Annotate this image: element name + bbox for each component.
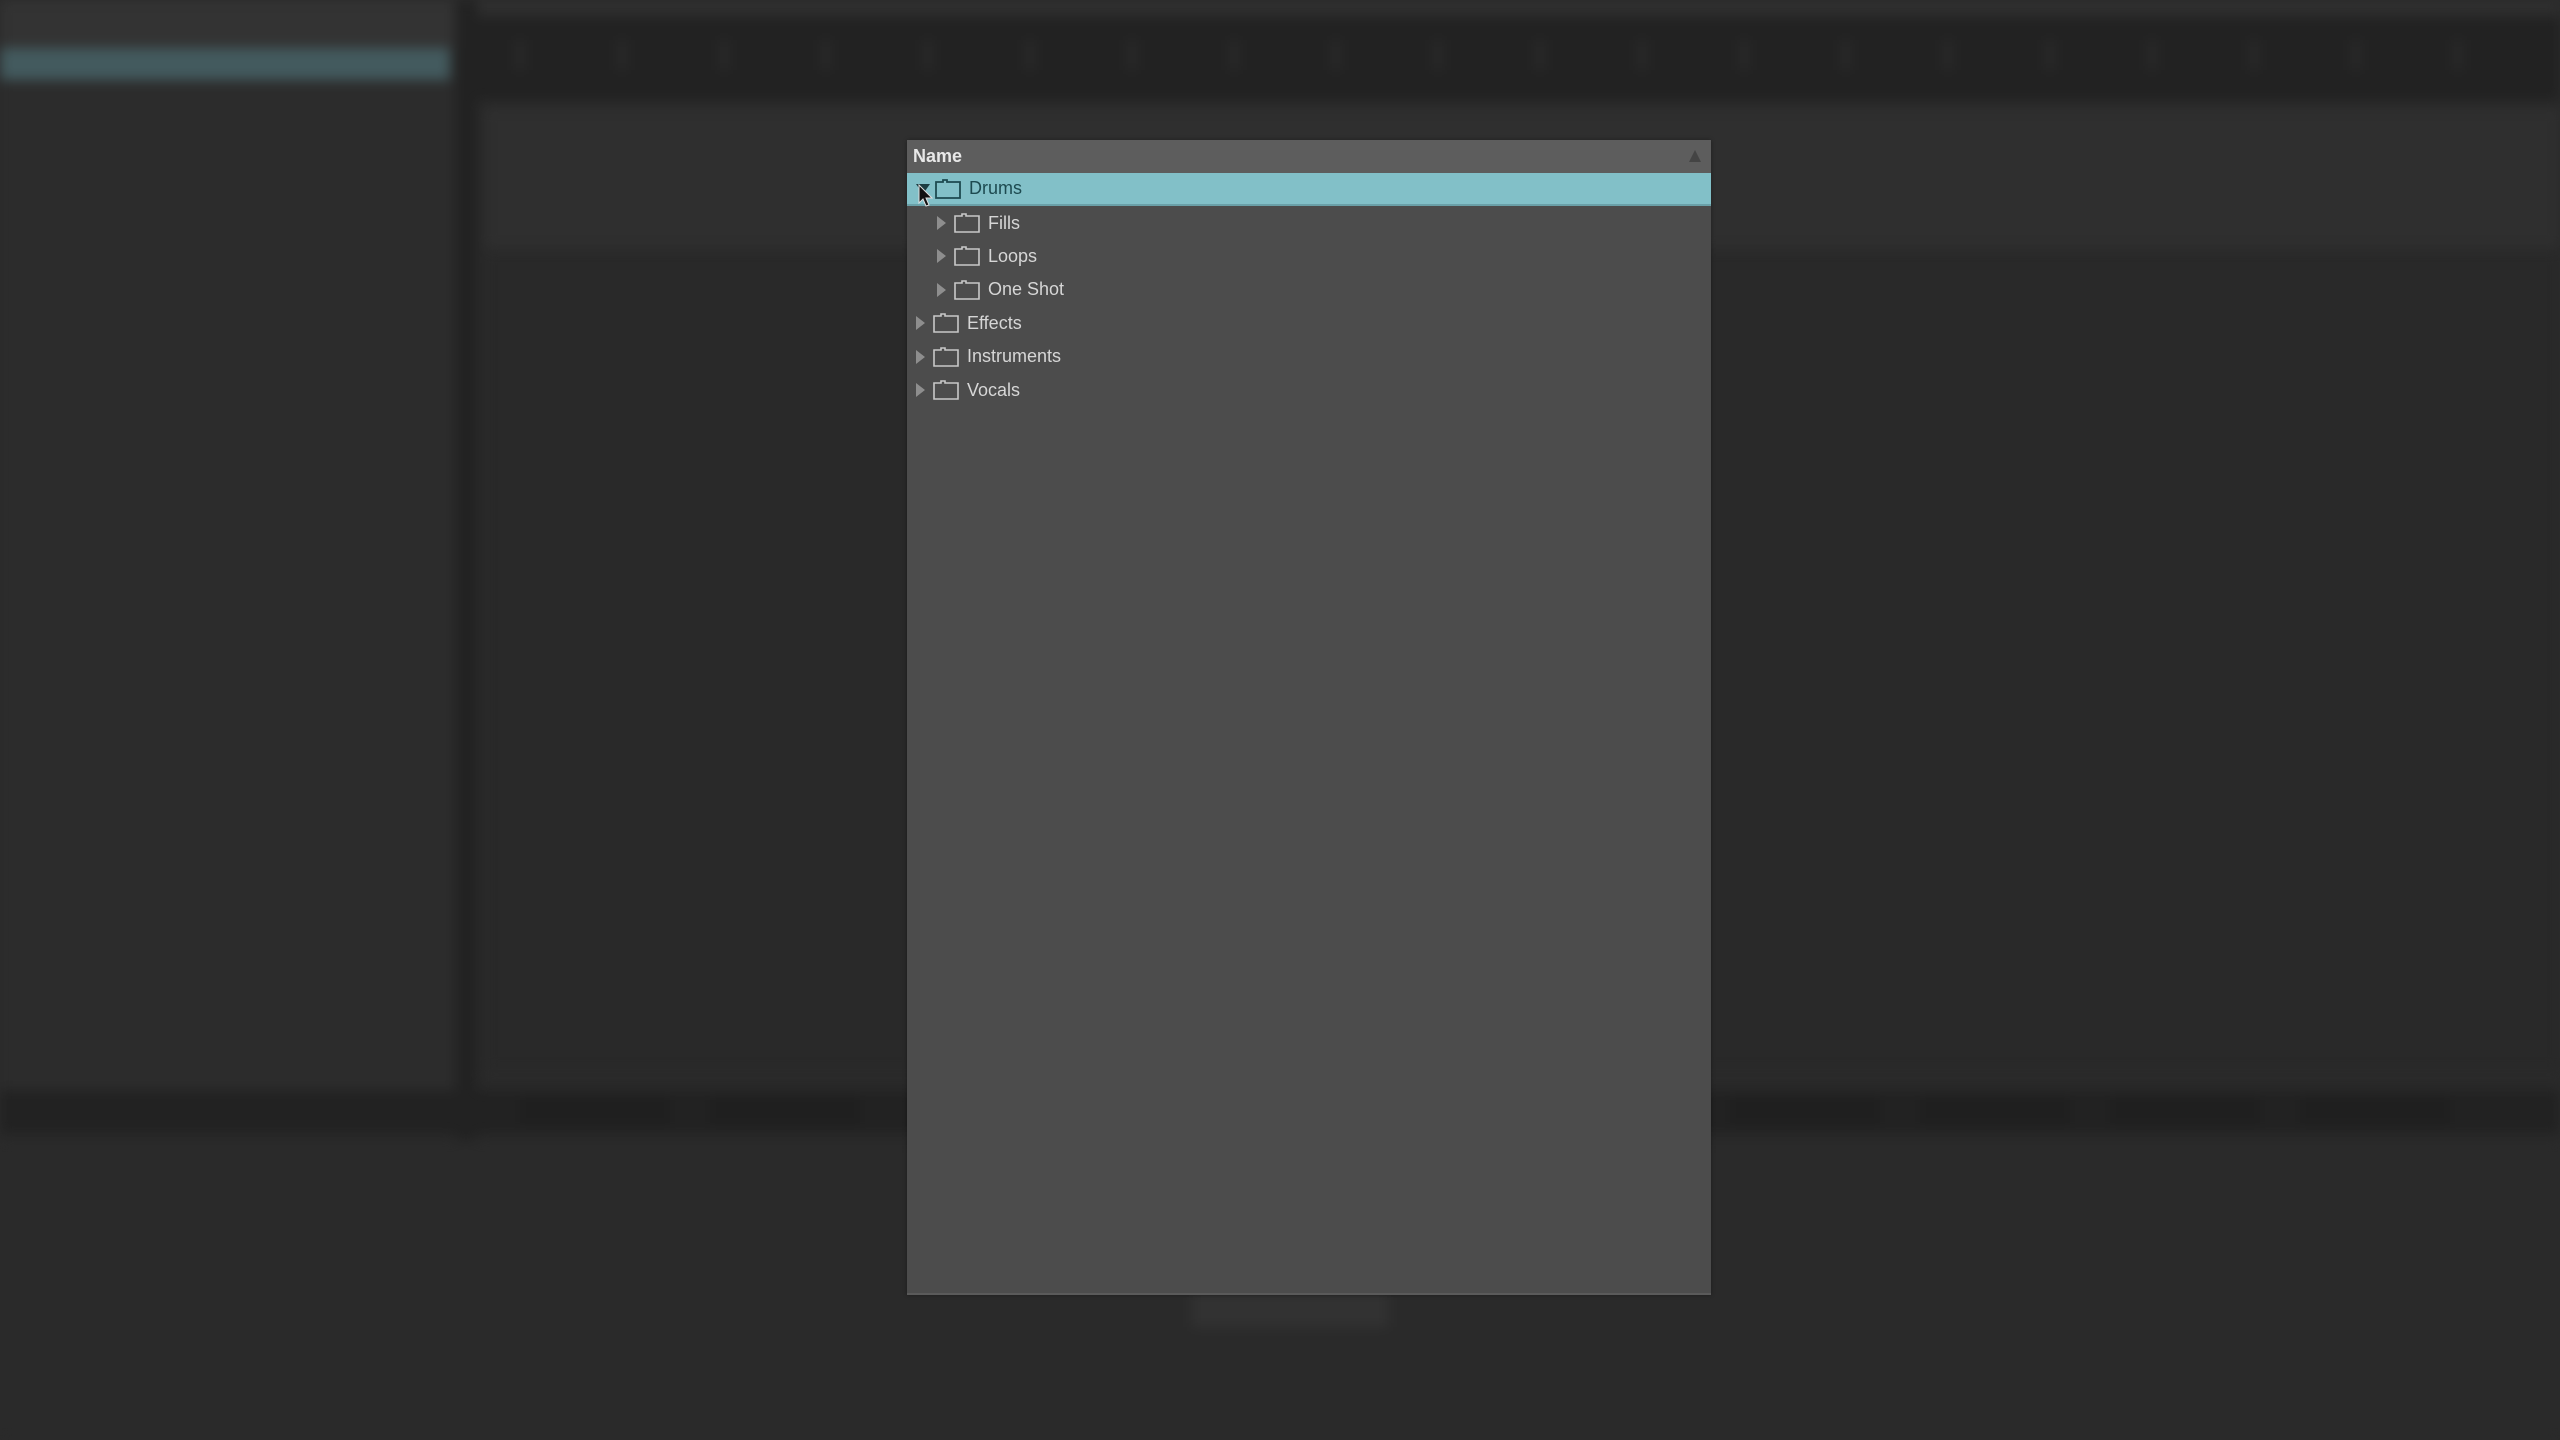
column-header[interactable]: Name (907, 140, 1711, 173)
tree-item-label: Drums (969, 178, 1022, 199)
name-column-label[interactable]: Name (913, 146, 962, 167)
tree-item-fills[interactable]: Fills (907, 206, 1741, 239)
bg-toolbar (477, 16, 2560, 100)
expand-arrow-icon[interactable] (937, 282, 946, 297)
bg-panel-column-line (2120, 250, 2122, 1070)
bg-toolbar-tick (1741, 40, 1747, 70)
bg-sidebar-selected-item (0, 48, 450, 80)
bg-toolbar-tick (619, 40, 625, 70)
expand-arrow-icon[interactable] (916, 349, 925, 364)
bg-sidebar-header (0, 0, 455, 48)
bg-strip-cell (520, 1098, 670, 1124)
bg-toolbar-tick (721, 40, 727, 70)
tree-item-label: Fills (988, 212, 1020, 233)
bg-toolbar-tick (2149, 40, 2155, 70)
folder-icon (954, 246, 980, 267)
tree-item-drums[interactable]: Drums (907, 173, 1711, 207)
tree-item-vocals[interactable]: Vocals (907, 373, 1720, 406)
bg-sidebar (0, 0, 455, 1130)
expand-arrow-icon[interactable] (937, 249, 946, 264)
bg-strip-cell (1920, 1098, 2070, 1124)
bg-toolbar-tick (1537, 40, 1543, 70)
bg-toolbar-tick (1231, 40, 1237, 70)
bg-toolbar-tick (925, 40, 931, 70)
expand-arrow-icon[interactable] (937, 216, 946, 231)
expand-arrow-icon[interactable] (916, 383, 925, 398)
bg-strip-cell (2300, 1098, 2450, 1124)
folder-icon (933, 380, 959, 400)
tree-item-label: One Shot (988, 279, 1065, 300)
folder-tree: Drums Fills Loops One Shot Effects Instr… (907, 173, 1711, 407)
folder-icon (954, 213, 980, 233)
bg-toolbar-tick (1333, 40, 1339, 70)
bg-panel-column-line (2460, 250, 2462, 1070)
bg-toolbar-tick (2251, 40, 2257, 70)
bg-toolbar-tick (1435, 40, 1441, 70)
bg-toolbar-tick (1945, 40, 1951, 70)
bg-ghost-element (1192, 1293, 1388, 1327)
bg-toolbar-tick (517, 40, 523, 70)
folder-icon (935, 178, 961, 199)
tree-item-instruments[interactable]: Instruments (907, 340, 1720, 373)
folder-icon (954, 280, 980, 300)
bg-toolbar-tick (1843, 40, 1849, 70)
tree-item-label: Instruments (967, 346, 1062, 367)
collapse-arrow-icon[interactable] (916, 183, 930, 194)
bg-toolbar-tick (2047, 40, 2053, 70)
expand-arrow-icon[interactable] (916, 316, 925, 331)
tree-item-label: Effects (967, 312, 1022, 333)
bg-toolbar-tick (2455, 40, 2461, 70)
bg-toolbar-tick (2353, 40, 2359, 70)
bg-toolbar-tick (823, 40, 829, 70)
sort-ascending-icon[interactable] (1689, 150, 1701, 162)
tree-item-one-shot[interactable]: One Shot (907, 273, 1741, 306)
bg-strip-cell (2110, 1098, 2260, 1124)
folder-icon (933, 346, 959, 367)
tree-item-loops[interactable]: Loops (907, 240, 1741, 273)
bg-toolbar-tick (1129, 40, 1135, 70)
bg-strip-cell (710, 1098, 860, 1124)
bg-toolbar-tick (1639, 40, 1645, 70)
tree-item-effects[interactable]: Effects (907, 307, 1720, 340)
tree-item-label: Loops (988, 245, 1038, 266)
bg-divider (455, 0, 477, 1140)
browser-panel: Name Drums Fills Loops One Shot Effects … (907, 140, 1711, 1295)
bg-strip-cell (1730, 1098, 1880, 1124)
folder-icon (933, 313, 959, 334)
bg-toolbar-tick (1027, 40, 1033, 70)
tree-item-label: Vocals (967, 379, 1021, 400)
